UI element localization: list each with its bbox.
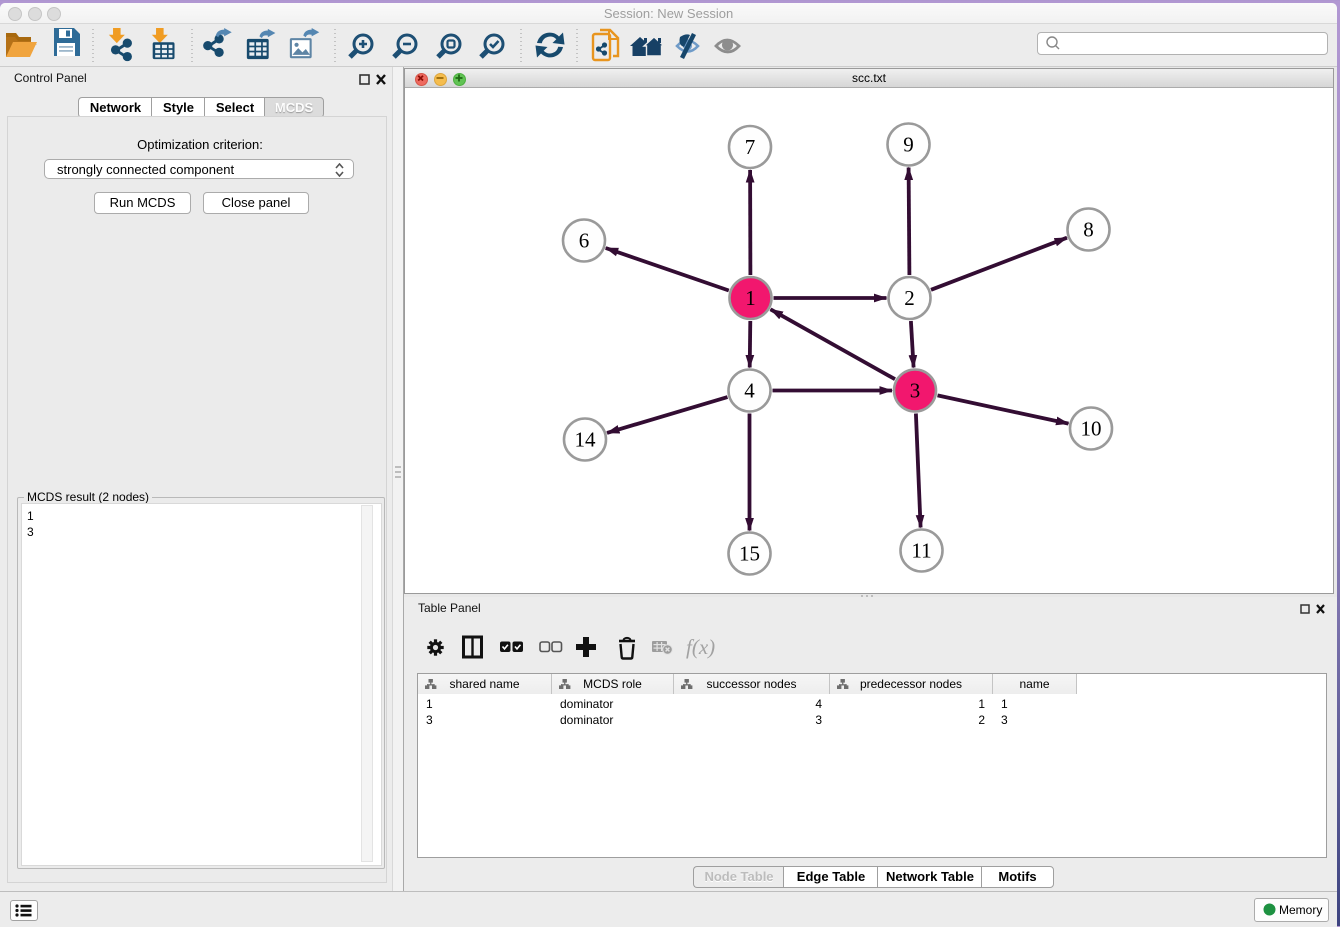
svg-text:8: 8: [1083, 218, 1094, 242]
svg-text:f(x): f(x): [686, 635, 715, 659]
svg-text:3: 3: [910, 379, 921, 403]
svg-text:4: 4: [744, 379, 755, 403]
svg-text:15: 15: [739, 542, 760, 566]
svg-text:7: 7: [745, 135, 756, 159]
svg-text:11: 11: [911, 539, 931, 563]
svg-text:6: 6: [579, 229, 590, 253]
svg-text:2: 2: [904, 286, 915, 310]
svg-text:9: 9: [903, 133, 914, 157]
svg-text:10: 10: [1081, 417, 1102, 441]
svg-text:14: 14: [575, 428, 597, 452]
svg-text:1: 1: [745, 286, 756, 310]
